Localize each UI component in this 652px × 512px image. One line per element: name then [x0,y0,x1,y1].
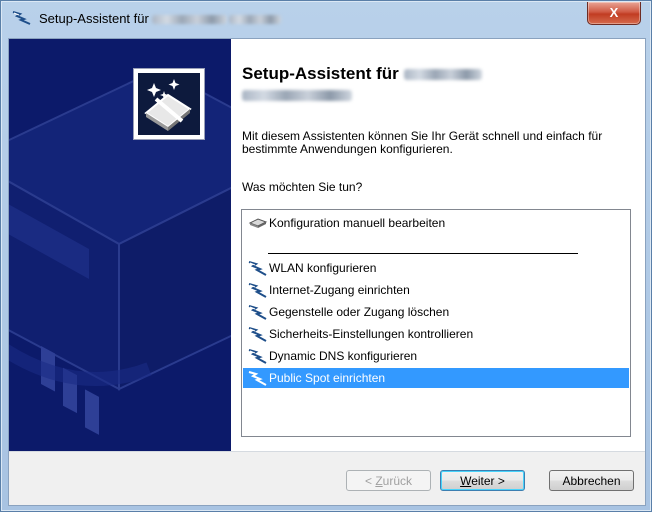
redacted-device-name-2 [229,15,282,25]
wand-icon [248,348,268,364]
option-internet[interactable]: Internet-Zugang einrichten [243,280,629,300]
option-dynamic-dns[interactable]: Dynamic DNS konfigurieren [243,346,629,366]
wand-icon [248,326,268,342]
option-manual-config[interactable]: Konfiguration manuell bearbeiten [243,213,629,233]
option-wlan[interactable]: WLAN konfigurieren [243,258,629,278]
option-label: Konfiguration manuell bearbeiten [269,216,446,230]
wizard-heading: Setup-Assistent für [242,63,482,105]
option-security[interactable]: Sicherheits-Einstellungen kontrollieren [243,324,629,344]
wizard-content: Setup-Assistent für Mit diesem Assistent… [231,39,645,451]
wand-icon [248,370,268,386]
list-separator [268,253,578,254]
option-label: Public Spot einrichten [269,371,386,385]
footer-divider [9,451,645,452]
device-icon [248,215,268,231]
options-listbox[interactable]: Konfiguration manuell bearbeiten WLAN ko… [241,209,631,437]
wand-icon [248,282,268,298]
option-public-spot[interactable]: Public Spot einrichten [243,368,629,388]
wizard-description: Mit diesem Assistenten können Sie Ihr Ge… [242,129,603,156]
window-title: Setup-Assistent für [39,11,282,26]
cancel-button[interactable]: Abbrechen [549,470,634,491]
next-button[interactable]: Weiter > [440,470,525,491]
wizard-client-area: Setup-Assistent für Mit diesem Assistent… [8,38,646,506]
wand-icon [248,304,268,320]
wizard-question: Was möchten Sie tun? [242,180,363,194]
wand-icon [248,260,268,276]
option-label: Dynamic DNS konfigurieren [269,349,418,363]
back-button[interactable]: < Zurück [346,470,431,491]
option-label: Sicherheits-Einstellungen kontrollieren [269,327,474,341]
option-label: Gegenstelle oder Zugang löschen [269,305,450,319]
wizard-wand-icon [11,10,33,28]
option-delete-remote[interactable]: Gegenstelle oder Zugang löschen [243,302,629,322]
option-label: WLAN konfigurieren [269,261,377,275]
wizard-banner [9,39,231,451]
title-bar[interactable]: Setup-Assistent für X [1,1,651,37]
redacted-heading-part-2 [242,90,352,102]
redacted-device-name [152,15,228,25]
option-label: Internet-Zugang einrichten [269,283,410,297]
close-button[interactable]: X [587,2,641,25]
redacted-heading-part [403,69,482,81]
wizard-router-icon [133,68,205,140]
wizard-window: Setup-Assistent für X Setup-Assistent fü… [0,0,652,512]
